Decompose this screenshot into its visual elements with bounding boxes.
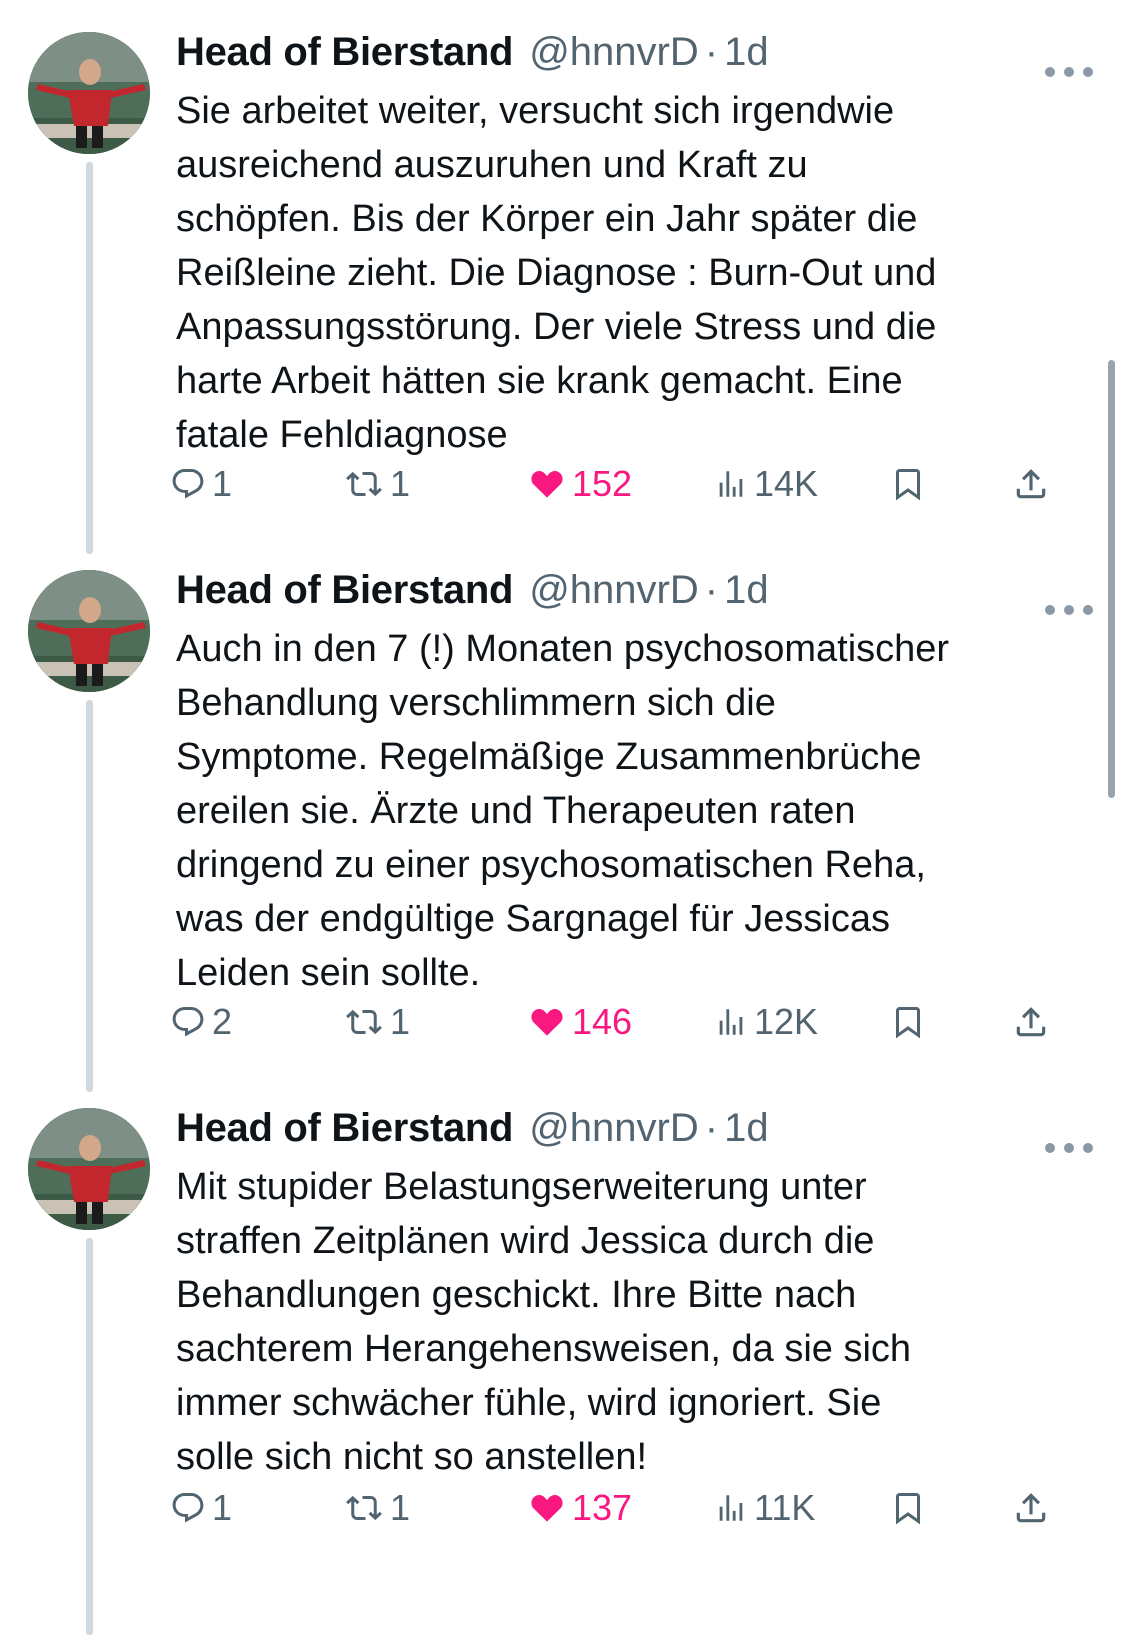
- views-icon: [719, 1495, 743, 1521]
- retweet-count: 1: [390, 463, 411, 504]
- views-icon: [719, 1009, 743, 1035]
- tweet-text: Mit stupider Belastungserweiterung unter…: [176, 1166, 912, 1478]
- author-handle[interactable]: @hnnvrD: [529, 30, 699, 75]
- share-button[interactable]: [1012, 454, 1050, 514]
- reply-button[interactable]: 1: [170, 454, 232, 514]
- reply-icon: [172, 1007, 204, 1037]
- timestamp[interactable]: 1d: [724, 1106, 769, 1151]
- views-count: 12K: [754, 1001, 819, 1042]
- like-count: 152: [572, 463, 633, 504]
- retweet-button[interactable]: 1: [344, 1478, 410, 1538]
- author-handle[interactable]: @hnnvrD: [529, 1106, 699, 1151]
- author-name[interactable]: Head of Bierstand: [176, 1106, 513, 1151]
- views-count: 14K: [754, 463, 819, 504]
- retweet-button[interactable]: 1: [344, 454, 410, 514]
- views-button[interactable]: 12K: [714, 992, 818, 1052]
- separator: ·: [704, 1106, 719, 1150]
- retweet-icon: [346, 471, 382, 497]
- scrollbar[interactable]: [1108, 360, 1115, 798]
- retweet-count: 1: [390, 1487, 411, 1528]
- like-button[interactable]: 152: [528, 454, 632, 514]
- thread-line: [86, 162, 93, 554]
- more-icon[interactable]: [1045, 62, 1093, 82]
- views-count: 11K: [754, 1487, 816, 1528]
- reply-button[interactable]: 1: [170, 1478, 232, 1538]
- avatar-image: [28, 570, 150, 692]
- reply-count: 1: [212, 463, 233, 504]
- tweet-thread: Head of Bierstand @hnnvrD · 1d Sie arbei…: [0, 0, 1125, 1635]
- timestamp[interactable]: 1d: [724, 568, 769, 613]
- avatar-image: [28, 32, 150, 154]
- tweet-header: Head of Bierstand @hnnvrD · 1d: [176, 30, 769, 80]
- more-icon[interactable]: [1045, 1138, 1093, 1158]
- bookmark-icon: [896, 469, 920, 501]
- author-handle[interactable]: @hnnvrD: [529, 568, 699, 613]
- views-button[interactable]: 14K: [714, 454, 818, 514]
- timestamp[interactable]: 1d: [724, 30, 769, 75]
- avatar[interactable]: [28, 1108, 150, 1230]
- like-button[interactable]: 146: [528, 992, 632, 1052]
- more-icon[interactable]: [1045, 600, 1093, 620]
- like-count: 146: [572, 1001, 633, 1042]
- tweet-actions: 1 1 152 14K: [170, 454, 1100, 514]
- retweet-button[interactable]: 1: [344, 992, 410, 1052]
- author-name[interactable]: Head of Bierstand: [176, 568, 513, 613]
- share-icon: [1016, 1007, 1046, 1037]
- reply-count: 2: [212, 1001, 233, 1042]
- tweet-header: Head of Bierstand @hnnvrD · 1d: [176, 1106, 769, 1156]
- share-icon: [1016, 469, 1046, 499]
- retweet-count: 1: [390, 1001, 411, 1042]
- bookmark-button[interactable]: [890, 1478, 926, 1538]
- like-count: 137: [572, 1487, 633, 1528]
- tweet-text: Sie arbeitet weiter, versucht sich irgen…: [176, 90, 937, 456]
- bookmark-button[interactable]: [890, 454, 926, 514]
- avatar-image: [28, 1108, 150, 1230]
- share-icon: [1016, 1493, 1046, 1523]
- like-button[interactable]: 137: [528, 1478, 632, 1538]
- views-icon: [719, 471, 743, 497]
- bookmark-button[interactable]: [890, 992, 926, 1052]
- separator: ·: [704, 30, 719, 74]
- thread-line: [86, 700, 93, 1092]
- tweet-header: Head of Bierstand @hnnvrD · 1d: [176, 568, 769, 618]
- reply-count: 1: [212, 1487, 233, 1528]
- tweet-text: Auch in den 7 (!) Monaten psychosomatisc…: [176, 628, 950, 994]
- bookmark-icon: [896, 1007, 920, 1039]
- reply-icon: [172, 1493, 204, 1523]
- tweet-actions: 2 1 146 12K: [170, 992, 1100, 1052]
- avatar[interactable]: [28, 570, 150, 692]
- separator: ·: [704, 568, 719, 612]
- share-button[interactable]: [1012, 992, 1050, 1052]
- reply-button[interactable]: 2: [170, 992, 232, 1052]
- reply-icon: [172, 469, 204, 499]
- retweet-icon: [346, 1009, 382, 1035]
- views-button[interactable]: 11K: [714, 1478, 815, 1538]
- thread-line: [86, 1238, 93, 1635]
- retweet-icon: [346, 1495, 382, 1521]
- heart-icon: [531, 470, 563, 498]
- bookmark-icon: [896, 1493, 920, 1525]
- tweet-actions: 1 1 137 11K: [170, 1478, 1100, 1538]
- heart-icon: [531, 1494, 563, 1522]
- share-button[interactable]: [1012, 1478, 1050, 1538]
- heart-icon: [531, 1008, 563, 1036]
- avatar[interactable]: [28, 32, 150, 154]
- author-name[interactable]: Head of Bierstand: [176, 30, 513, 75]
